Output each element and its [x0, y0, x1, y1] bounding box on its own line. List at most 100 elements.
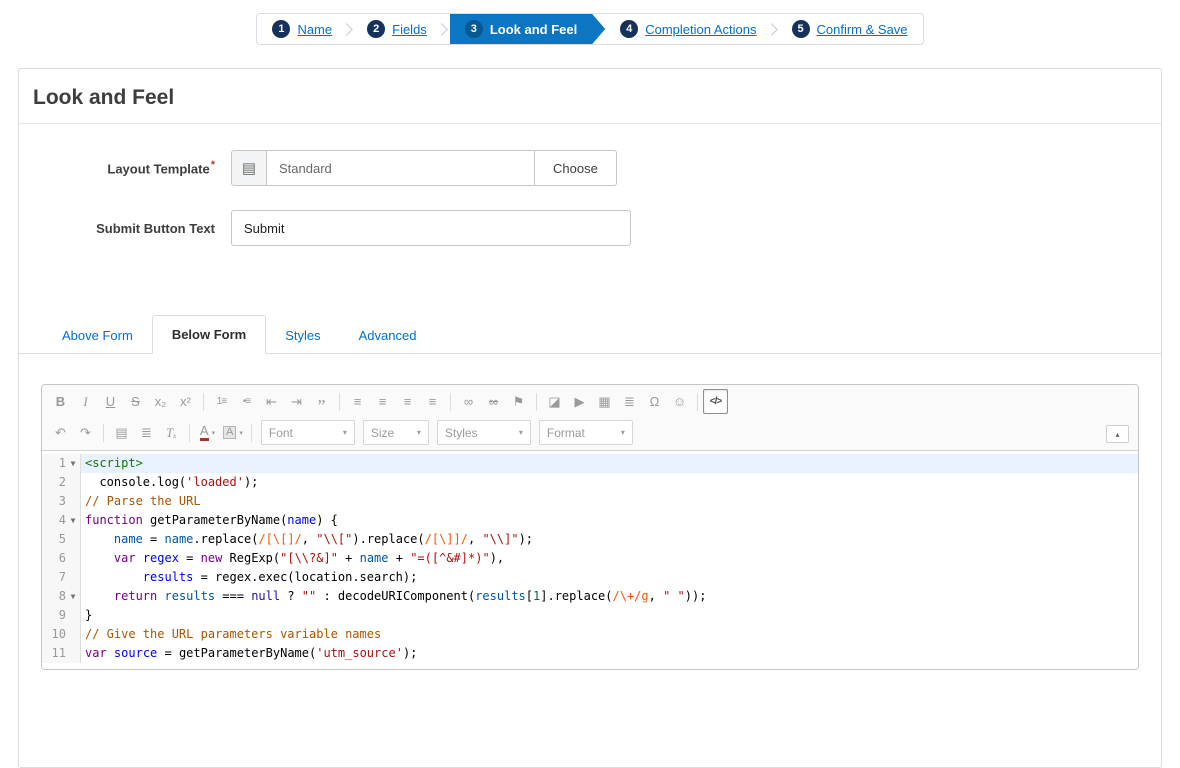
subscript-button[interactable]: x₂ [148, 389, 173, 414]
code-line[interactable]: 11 var source = getParameterByName('utm_s… [42, 644, 1138, 663]
bg-color-button[interactable]: A▾ [220, 420, 246, 445]
code-line[interactable]: 7 results = regex.exec(location.search); [42, 568, 1138, 587]
image-button[interactable]: ◪ [542, 389, 567, 414]
settings-form: Layout Template* ▤ Choose Submit Button … [19, 124, 1161, 272]
indent-button[interactable]: ⇥ [284, 389, 309, 414]
paste-icon: ▤ [115, 426, 127, 439]
code-area[interactable]: 1▼<script>2 console.log('loaded');3// Pa… [42, 451, 1138, 669]
link-button[interactable]: ∞ [456, 389, 481, 414]
wizard-step-completion-actions[interactable]: 4 Completion Actions [605, 14, 771, 44]
code-line[interactable]: 1▼<script> [42, 454, 1138, 473]
smiley-icon: ☺ [673, 395, 686, 408]
source-icon: </> [710, 397, 721, 407]
toolbar-separator [450, 393, 451, 411]
smiley-button[interactable]: ☺ [667, 389, 692, 414]
font-dropdown[interactable]: Font▾ [261, 420, 355, 445]
collapse-toolbar-button[interactable]: ▴ [1106, 425, 1129, 443]
source-button[interactable]: </> [703, 389, 728, 414]
code-line[interactable]: 2 console.log('loaded'); [42, 473, 1138, 492]
code-text: console.log('loaded'); [81, 473, 1138, 492]
superscript-button[interactable]: x² [173, 389, 198, 414]
fold-marker-icon[interactable]: ▼ [66, 511, 80, 530]
code-line[interactable]: 3// Parse the URL [42, 492, 1138, 511]
outdent-icon: ⇤ [266, 395, 277, 408]
underline-button[interactable]: U [98, 389, 123, 414]
horizontal-rule-button[interactable]: ≣ [617, 389, 642, 414]
sliders-button[interactable]: ≣ [134, 420, 159, 445]
bulleted-list-button[interactable]: •≡ [234, 389, 259, 414]
step-number-badge: 5 [792, 20, 810, 38]
collapse-arrow-icon: ▴ [1115, 430, 1119, 439]
undo-icon: ↶ [55, 426, 66, 439]
format-dropdown[interactable]: Format▾ [539, 420, 633, 445]
toolbar-separator [697, 393, 698, 411]
toolbar-separator [339, 393, 340, 411]
code-line[interactable]: 9} [42, 606, 1138, 625]
styles-dropdown[interactable]: Styles▾ [437, 420, 531, 445]
bold-button[interactable]: B [48, 389, 73, 414]
tab-above-form[interactable]: Above Form [43, 317, 152, 354]
line-number: 4 [42, 511, 66, 530]
media-embed-button[interactable]: ▶ [567, 389, 592, 414]
superscript-icon: x² [180, 395, 191, 408]
template-picker-button[interactable]: ▤ [231, 150, 267, 186]
code-line[interactable]: 10// Give the URL parameters variable na… [42, 625, 1138, 644]
size-dropdown[interactable]: Size▾ [363, 420, 429, 445]
submit-button-text-input[interactable] [231, 210, 631, 246]
tab-bar: Above FormBelow FormStylesAdvanced [19, 312, 1161, 354]
line-gutter: 4▼ [42, 511, 81, 530]
align-left-button[interactable]: ≡ [345, 389, 370, 414]
wizard-step-fields[interactable]: 2Fields [352, 14, 442, 44]
required-asterisk: * [211, 159, 215, 171]
layout-template-input[interactable] [267, 150, 535, 186]
numbered-list-icon: 1≡ [217, 397, 226, 407]
paste-button[interactable]: ▤ [109, 420, 134, 445]
table-button[interactable]: ▦ [592, 389, 617, 414]
tab-styles[interactable]: Styles [266, 317, 339, 354]
align-center-icon: ≡ [379, 395, 387, 408]
strikethrough-button[interactable]: S [123, 389, 148, 414]
line-number: 11 [42, 644, 66, 663]
numbered-list-button[interactable]: 1≡ [209, 389, 234, 414]
chevron-down-icon: ▾ [343, 428, 347, 437]
blockquote-button[interactable]: ” [309, 389, 334, 414]
media-embed-icon: ▶ [575, 395, 585, 408]
italic-button[interactable]: I [73, 389, 98, 414]
text-color-button[interactable]: A▾ [195, 420, 220, 445]
fold-marker-icon[interactable]: ▼ [66, 454, 80, 473]
code-line[interactable]: 4▼function getParameterByName(name) { [42, 511, 1138, 530]
step-number-badge: 3 [465, 20, 483, 38]
remove-format-button[interactable]: Tₓ [159, 420, 184, 445]
align-right-button[interactable]: ≡ [395, 389, 420, 414]
anchor-flag-button[interactable]: ⚑ [506, 389, 531, 414]
tab-below-form[interactable]: Below Form [152, 315, 266, 354]
align-center-button[interactable]: ≡ [370, 389, 395, 414]
redo-button[interactable]: ↷ [73, 420, 98, 445]
choose-button[interactable]: Choose [534, 150, 617, 186]
step-label: Completion Actions [645, 22, 756, 37]
line-number: 6 [42, 549, 66, 568]
code-line[interactable]: 6 var regex = new RegExp("[\\?&]" + name… [42, 549, 1138, 568]
wizard-step-name[interactable]: 1Name [257, 14, 347, 44]
code-line[interactable]: 8▼ return results === null ? "" : decode… [42, 587, 1138, 606]
special-character-button[interactable]: Ω [642, 389, 667, 414]
align-justify-icon: ≡ [429, 395, 437, 408]
styles-dropdown-label: Styles [445, 426, 478, 440]
special-character-icon: Ω [650, 395, 660, 408]
wizard-step-look-and-feel[interactable]: 3Look and Feel [450, 14, 605, 44]
step-number-badge: 4 [620, 20, 638, 38]
unlink-button[interactable]: ∞ [481, 389, 506, 414]
remove-format-icon: Tₓ [166, 426, 177, 439]
align-justify-button[interactable]: ≡ [420, 389, 445, 414]
code-text: var source = getParameterByName('utm_sou… [81, 644, 1138, 663]
code-text: function getParameterByName(name) { [81, 511, 1138, 530]
outdent-button[interactable]: ⇤ [259, 389, 284, 414]
line-number: 8 [42, 587, 66, 606]
line-number: 2 [42, 473, 66, 492]
code-line[interactable]: 5 name = name.replace(/[\[]/, "\\[").rep… [42, 530, 1138, 549]
wizard-step-confirm-save[interactable]: 5Confirm & Save [777, 14, 923, 44]
fold-marker-icon[interactable]: ▼ [66, 587, 80, 606]
sliders-icon: ≣ [141, 426, 152, 439]
tab-advanced[interactable]: Advanced [340, 317, 436, 354]
undo-button[interactable]: ↶ [48, 420, 73, 445]
